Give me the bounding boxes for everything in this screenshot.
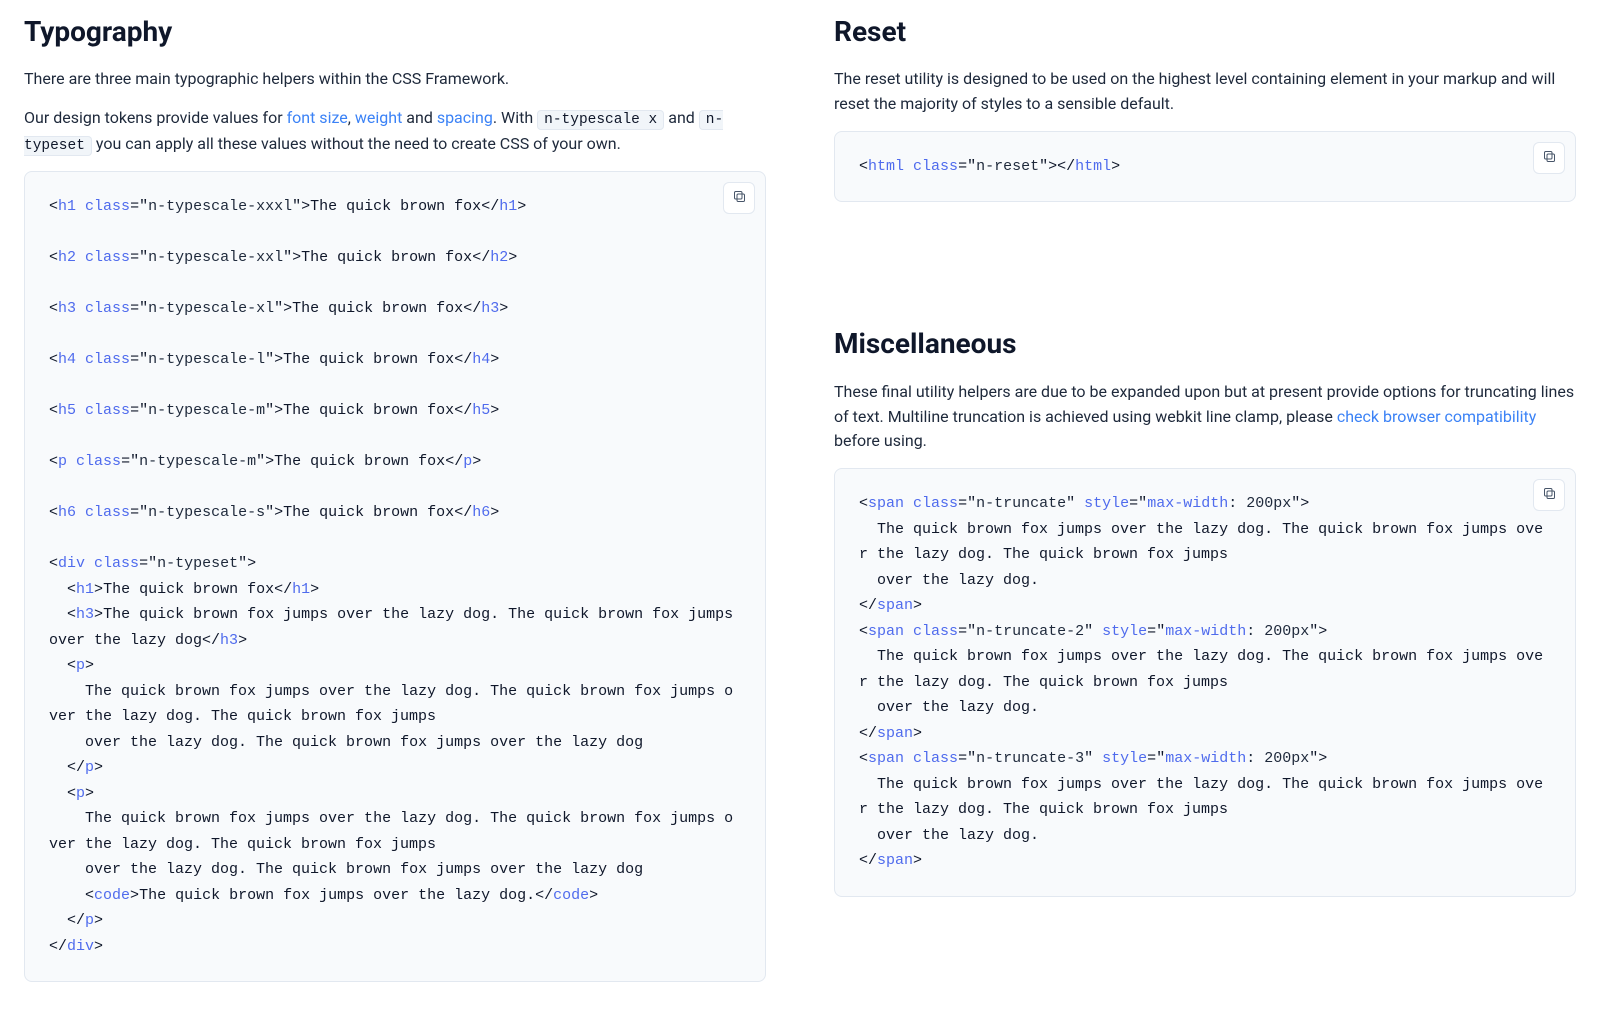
reset-heading: Reset bbox=[834, 10, 1576, 53]
misc-heading: Miscellaneous bbox=[834, 322, 1576, 365]
copy-button[interactable] bbox=[723, 182, 755, 214]
text: you can apply all these values without t… bbox=[92, 134, 621, 153]
text: before using. bbox=[834, 431, 927, 450]
misc-code: <span class="n-truncate" style="max-widt… bbox=[859, 491, 1551, 874]
misc-section: Miscellaneous These final utility helper… bbox=[834, 322, 1576, 896]
text: , bbox=[348, 108, 355, 127]
copy-icon bbox=[732, 189, 747, 207]
spacing-link[interactable]: spacing bbox=[437, 108, 493, 127]
typography-intro: There are three main typographic helpers… bbox=[24, 67, 766, 92]
reset-section: Reset The reset utility is designed to b… bbox=[834, 10, 1576, 202]
reset-code: <html class="n-reset"></html> bbox=[859, 154, 1551, 180]
text: . With bbox=[493, 108, 537, 127]
weight-link[interactable]: weight bbox=[355, 108, 402, 127]
typescale-code: n-typescale x bbox=[537, 110, 664, 130]
browser-compat-link[interactable]: check browser compatibility bbox=[1337, 407, 1536, 426]
text: and bbox=[664, 108, 699, 127]
copy-icon bbox=[1542, 149, 1557, 167]
misc-codeblock: <span class="n-truncate" style="max-widt… bbox=[834, 468, 1576, 897]
text: Our design tokens provide values for bbox=[24, 108, 287, 127]
typography-section: Typography There are three main typograp… bbox=[24, 10, 766, 982]
typography-desc: Our design tokens provide values for fon… bbox=[24, 106, 766, 157]
typography-codeblock: <h1 class="n-typescale-xxxl">The quick b… bbox=[24, 171, 766, 982]
right-column: Reset The reset utility is designed to b… bbox=[834, 10, 1576, 982]
typography-heading: Typography bbox=[24, 10, 766, 53]
misc-intro: These final utility helpers are due to b… bbox=[834, 380, 1576, 454]
reset-codeblock: <html class="n-reset"></html> bbox=[834, 131, 1576, 203]
font-size-link[interactable]: font size bbox=[287, 108, 348, 127]
copy-icon bbox=[1542, 486, 1557, 504]
copy-button[interactable] bbox=[1533, 142, 1565, 174]
copy-button[interactable] bbox=[1533, 479, 1565, 511]
text: and bbox=[402, 108, 437, 127]
reset-intro: The reset utility is designed to be used… bbox=[834, 67, 1576, 117]
typography-code: <h1 class="n-typescale-xxxl">The quick b… bbox=[49, 194, 741, 959]
